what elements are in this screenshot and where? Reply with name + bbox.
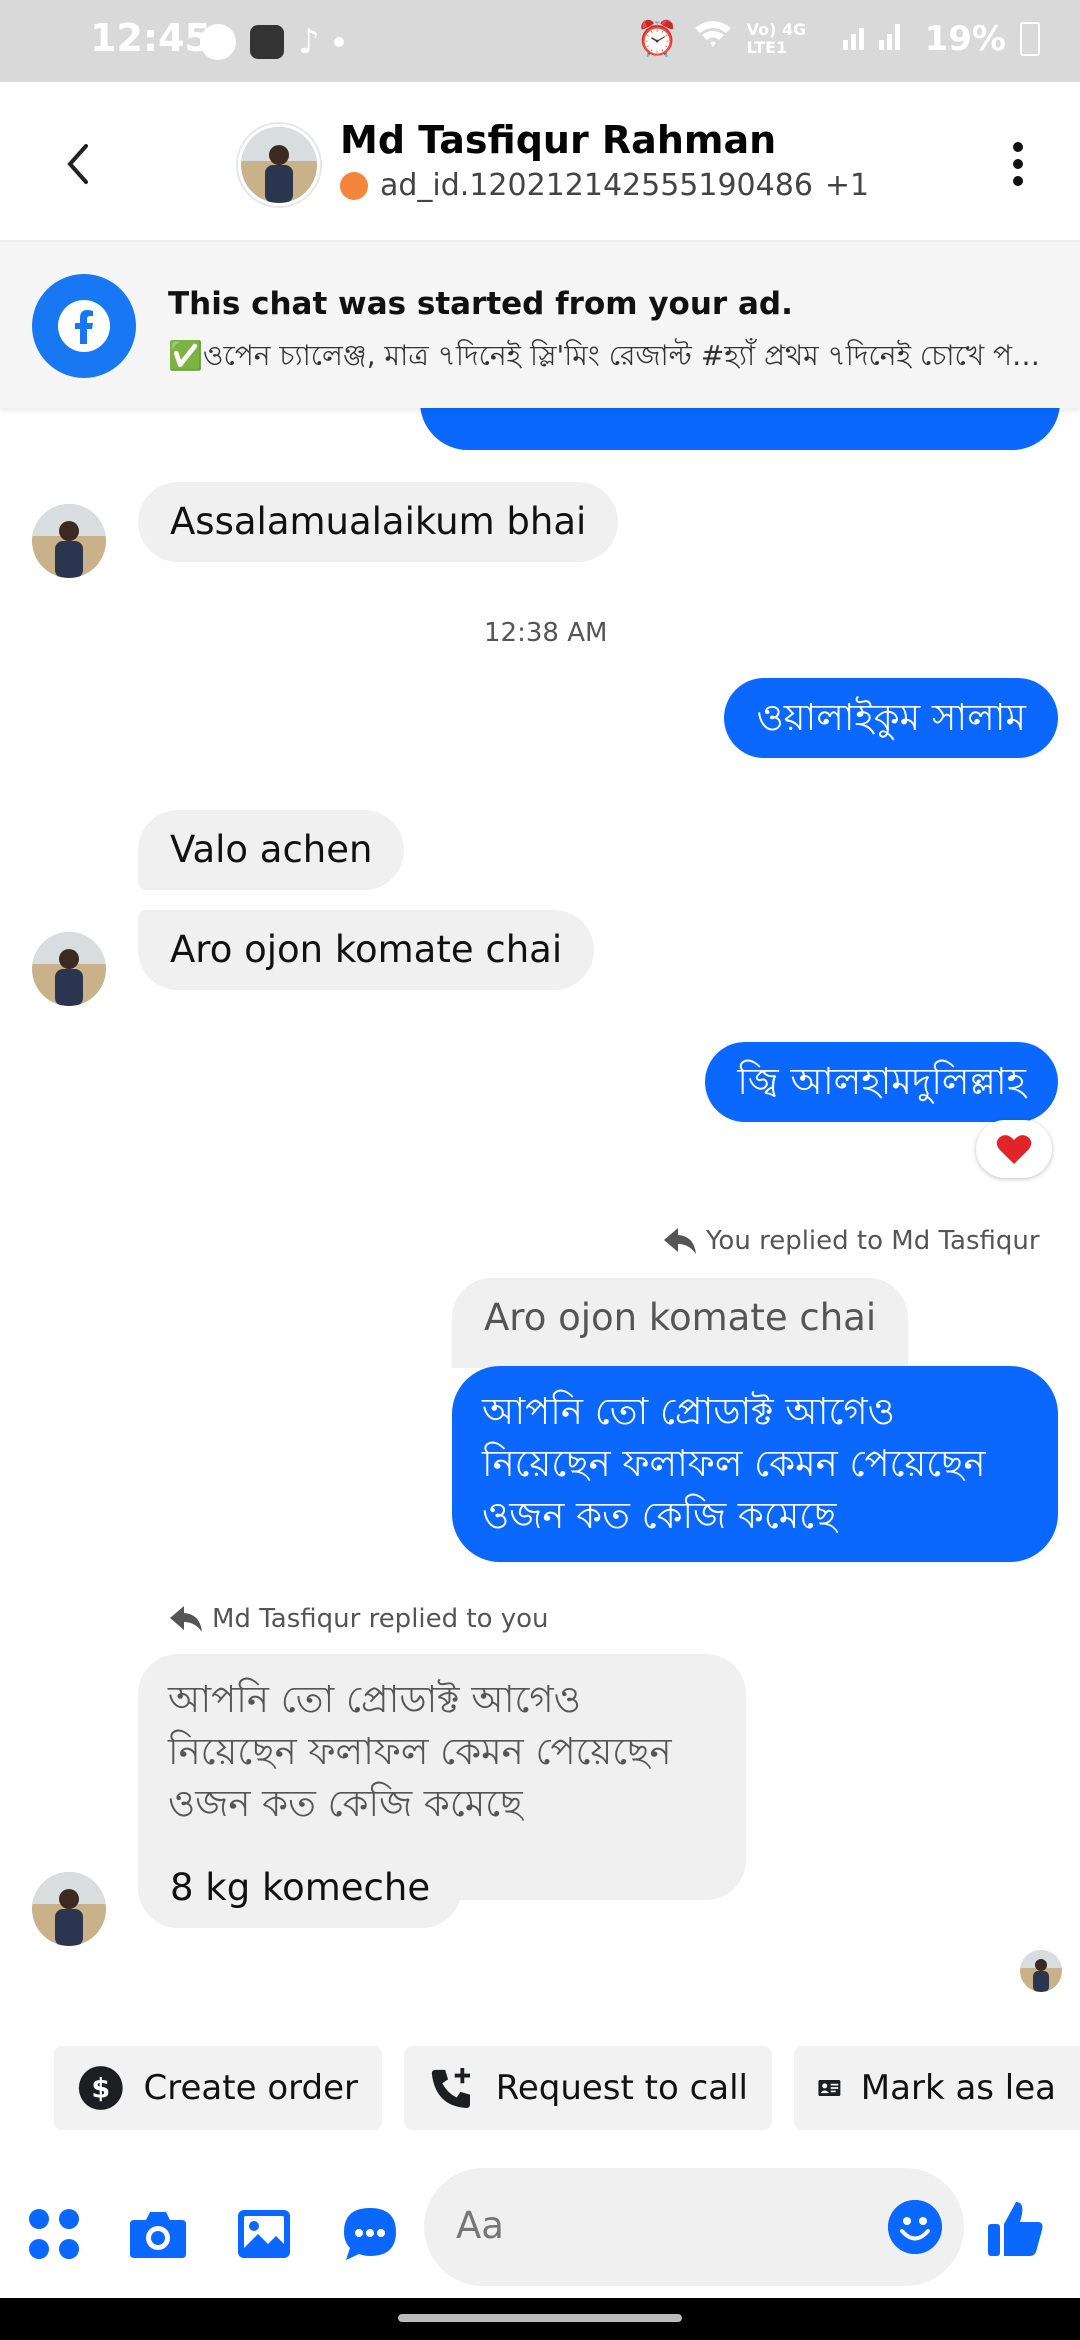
message-bubble-outgoing[interactable]: জ্বি আলহামদুলিল্লাহ	[705, 1042, 1058, 1122]
kebab-dot-icon	[1013, 176, 1023, 186]
contact-avatar[interactable]	[238, 124, 320, 206]
contact-subtitle: ad_id.120212142555190486 +1	[340, 168, 869, 203]
reply-indicator: Md Tasfiqur replied to you	[168, 1604, 549, 1634]
messenger-notif-icon	[200, 24, 236, 60]
camera-icon	[130, 2212, 186, 2258]
create-order-button[interactable]: $ Create order	[54, 2046, 382, 2130]
status-notification-icons: ♪	[200, 22, 344, 62]
alarm-icon: ⏰	[636, 18, 679, 59]
ad-origin-banner[interactable]: This chat was started from your ad. ✅ওপে…	[0, 242, 1080, 408]
message-input-placeholder: Aa	[456, 2204, 504, 2247]
status-time: 12:45	[90, 16, 211, 60]
reply-arrow-icon	[664, 1228, 696, 1254]
phone-add-icon	[431, 2067, 470, 2109]
message-bubble-outgoing[interactable]: ওয়ালাইকুম সালাম	[724, 678, 1058, 758]
kebab-dot-icon	[1013, 159, 1023, 169]
four-dots-icon	[29, 2209, 79, 2259]
ad-id-label: ad_id.120212142555190486	[380, 168, 813, 203]
app-notif-icon	[250, 25, 284, 59]
message-bubble-icon	[344, 2208, 396, 2260]
chat-header: Md Tasfiqur Rahman ad_id.120212142555190…	[0, 82, 1080, 242]
status-system-icons: ⏰ Vo) 4G LTE1 19%	[636, 18, 1040, 59]
more-notif-dot-icon	[333, 37, 344, 47]
status-bar: 12:45 ♪ ⏰ Vo) 4G LTE1 19%	[0, 0, 1080, 82]
home-gesture-handle[interactable]	[398, 2314, 682, 2322]
quoted-message[interactable]: Aro ojon komate chai	[452, 1278, 909, 1368]
request-call-label: Request to call	[495, 2068, 748, 2108]
sender-avatar[interactable]	[32, 504, 106, 578]
reply-indicator-label: You replied to Md Tasfiqur	[706, 1226, 1040, 1256]
back-button[interactable]	[58, 134, 98, 194]
image-icon	[238, 2210, 290, 2258]
battery-icon	[1020, 21, 1040, 56]
mark-as-lead-button[interactable]: Mark as lea	[794, 2046, 1080, 2130]
ad-source-icon	[340, 171, 368, 200]
contact-name[interactable]: Md Tasfiqur Rahman	[340, 118, 776, 162]
network-label: Vo) 4G LTE1	[746, 19, 807, 57]
like-button[interactable]	[984, 2196, 1048, 2260]
sender-avatar[interactable]	[32, 1872, 106, 1946]
sender-avatar[interactable]	[32, 932, 106, 1006]
reply-arrow-icon	[170, 1606, 202, 1632]
create-order-label: Create order	[143, 2068, 358, 2108]
message-bubble-incoming[interactable]: Valo achen	[138, 810, 405, 890]
heart-reaction-icon[interactable]	[976, 1120, 1052, 1178]
reply-indicator: You replied to Md Tasfiqur	[662, 1226, 1040, 1256]
emoji-button[interactable]	[888, 2200, 942, 2254]
reply-indicator-label: Md Tasfiqur replied to you	[212, 1604, 549, 1634]
chevron-left-icon	[67, 144, 88, 184]
quick-actions-bar: $ Create order Request to call Mark as l…	[0, 2046, 1080, 2138]
contact-card-icon	[818, 2079, 841, 2097]
seen-indicator-avatar	[1020, 1950, 1062, 1992]
system-navigation-bar	[0, 2298, 1080, 2340]
ad-id-extra: +1	[824, 168, 870, 203]
chat-extras-button[interactable]	[340, 2204, 400, 2264]
message-timestamp: 12:38 AM	[484, 618, 608, 648]
message-input[interactable]: Aa	[424, 2168, 964, 2286]
ad-banner-description: ✅ওপেন চ্যালেঞ্জ, মাত্র ৭দিনেই স্লি'মিং র…	[168, 339, 1048, 372]
more-options-button[interactable]	[1012, 142, 1024, 186]
apps-menu-button[interactable]	[24, 2204, 84, 2264]
signal-icon	[841, 19, 911, 59]
message-bubble-incoming[interactable]: Assalamualaikum bhai	[138, 482, 619, 562]
message-bubble-incoming[interactable]: Aro ojon komate chai	[138, 910, 595, 990]
mark-as-lead-label: Mark as lea	[860, 2068, 1056, 2108]
camera-button[interactable]	[128, 2204, 188, 2264]
message-bubble-outgoing[interactable]: আপনি তো প্রোডাক্ট আগেও নিয়েছেন ফলাফল কে…	[452, 1366, 1058, 1562]
tiktok-notif-icon: ♪	[298, 22, 320, 62]
request-call-button[interactable]: Request to call	[404, 2046, 772, 2130]
wifi-icon	[693, 18, 733, 59]
kebab-dot-icon	[1013, 142, 1023, 152]
svg-text:$: $	[91, 2073, 110, 2104]
message-composer: Aa	[0, 2158, 1080, 2298]
facebook-logo-icon	[32, 274, 136, 378]
gallery-button[interactable]	[234, 2204, 294, 2264]
message-bubble-outgoing-clipped[interactable]	[420, 408, 1060, 450]
ad-banner-title: This chat was started from your ad.	[168, 286, 793, 322]
message-bubble-incoming[interactable]: 8 kg komeche	[138, 1848, 463, 1928]
battery-percent: 19%	[924, 18, 1006, 59]
thumbs-up-icon	[988, 2202, 1043, 2256]
smiley-icon	[888, 2200, 942, 2254]
message-list[interactable]: Assalamualaikum bhai 12:38 AM ওয়ালাইকুম…	[0, 408, 1080, 2028]
dollar-icon: $	[78, 2066, 123, 2110]
